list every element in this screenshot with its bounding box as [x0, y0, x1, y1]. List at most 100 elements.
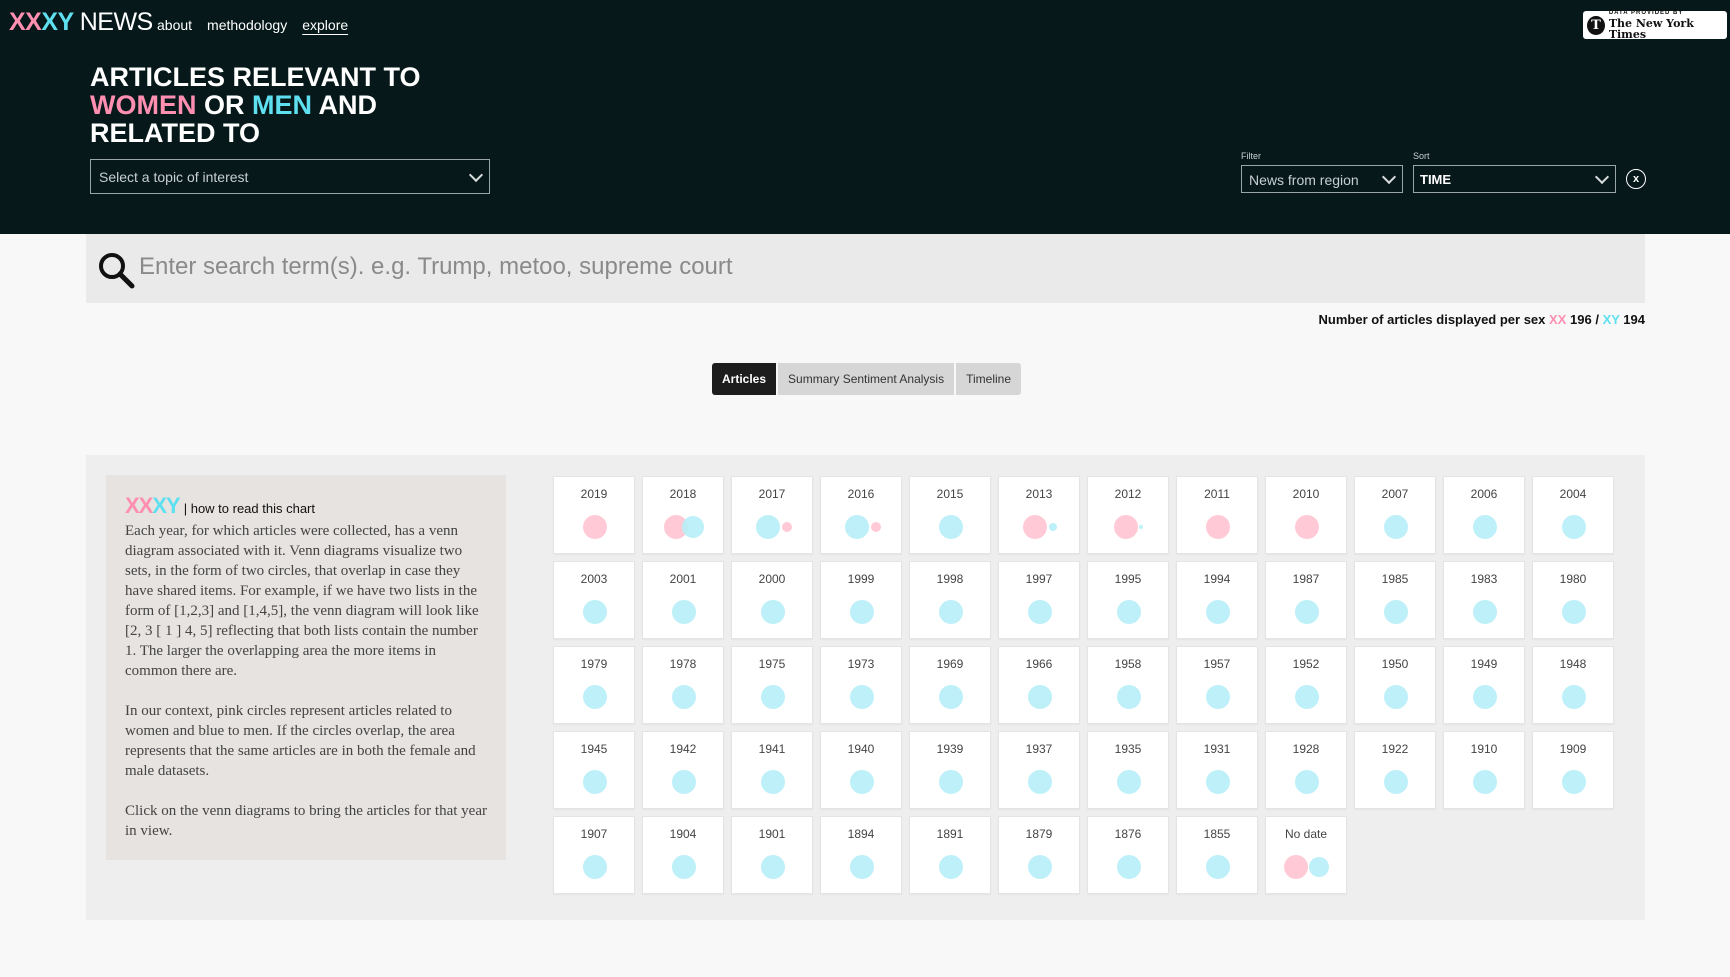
- venn-diagram[interactable]: [821, 762, 903, 802]
- year-cell[interactable]: 1922: [1354, 731, 1436, 809]
- year-cell[interactable]: 1879: [998, 816, 1080, 894]
- year-cell[interactable]: 1945: [553, 731, 635, 809]
- venn-diagram[interactable]: [821, 592, 903, 632]
- year-cell[interactable]: 1985: [1354, 561, 1436, 639]
- venn-diagram[interactable]: [732, 762, 814, 802]
- venn-diagram[interactable]: [910, 847, 992, 887]
- year-cell[interactable]: 2019: [553, 476, 635, 554]
- year-cell[interactable]: No date: [1265, 816, 1347, 894]
- venn-diagram[interactable]: [643, 507, 725, 547]
- topic-select[interactable]: Select a topic of interest: [90, 159, 490, 194]
- year-cell[interactable]: 1994: [1176, 561, 1258, 639]
- venn-diagram[interactable]: [554, 507, 636, 547]
- year-cell[interactable]: 1907: [553, 816, 635, 894]
- year-cell[interactable]: 1876: [1087, 816, 1169, 894]
- tab-articles[interactable]: Articles: [712, 363, 777, 395]
- year-cell[interactable]: 1995: [1087, 561, 1169, 639]
- venn-diagram[interactable]: [1266, 762, 1348, 802]
- year-cell[interactable]: 2018: [642, 476, 724, 554]
- tab-timeline[interactable]: Timeline: [956, 363, 1021, 395]
- year-cell[interactable]: 1904: [642, 816, 724, 894]
- venn-diagram[interactable]: [1533, 762, 1615, 802]
- year-cell[interactable]: 1949: [1443, 646, 1525, 724]
- venn-diagram[interactable]: [1177, 592, 1259, 632]
- nav-methodology[interactable]: methodology: [207, 17, 287, 33]
- venn-diagram[interactable]: [643, 677, 725, 717]
- year-cell[interactable]: 1894: [820, 816, 902, 894]
- nav-about[interactable]: about: [157, 17, 192, 33]
- tab-summary-sentiment-analysis[interactable]: Summary Sentiment Analysis: [778, 363, 955, 395]
- filter-select[interactable]: News from region: [1241, 165, 1403, 193]
- year-cell[interactable]: 2001: [642, 561, 724, 639]
- venn-diagram[interactable]: [1088, 677, 1170, 717]
- venn-diagram[interactable]: [821, 677, 903, 717]
- venn-diagram[interactable]: [643, 592, 725, 632]
- year-cell[interactable]: 1950: [1354, 646, 1436, 724]
- venn-diagram[interactable]: [1355, 762, 1437, 802]
- clear-filters-button[interactable]: x: [1626, 169, 1646, 189]
- year-cell[interactable]: 1891: [909, 816, 991, 894]
- venn-diagram[interactable]: [1355, 592, 1437, 632]
- year-cell[interactable]: 1957: [1176, 646, 1258, 724]
- venn-diagram[interactable]: [554, 592, 636, 632]
- venn-diagram[interactable]: [999, 507, 1081, 547]
- year-cell[interactable]: 1928: [1265, 731, 1347, 809]
- venn-diagram[interactable]: [999, 762, 1081, 802]
- venn-diagram[interactable]: [1533, 677, 1615, 717]
- venn-diagram[interactable]: [999, 592, 1081, 632]
- venn-diagram[interactable]: [1177, 677, 1259, 717]
- venn-diagram[interactable]: [643, 847, 725, 887]
- venn-diagram[interactable]: [821, 507, 903, 547]
- venn-diagram[interactable]: [1355, 677, 1437, 717]
- venn-diagram[interactable]: [1444, 762, 1526, 802]
- venn-diagram[interactable]: [910, 507, 992, 547]
- year-cell[interactable]: 2012: [1087, 476, 1169, 554]
- year-cell[interactable]: 1901: [731, 816, 813, 894]
- year-cell[interactable]: 1910: [1443, 731, 1525, 809]
- year-cell[interactable]: 1939: [909, 731, 991, 809]
- venn-diagram[interactable]: [1533, 507, 1615, 547]
- venn-diagram[interactable]: [1444, 592, 1526, 632]
- search-input[interactable]: [139, 247, 1619, 287]
- year-cell[interactable]: 1975: [731, 646, 813, 724]
- year-cell[interactable]: 1978: [642, 646, 724, 724]
- venn-diagram[interactable]: [643, 762, 725, 802]
- venn-diagram[interactable]: [1177, 762, 1259, 802]
- venn-diagram[interactable]: [1088, 592, 1170, 632]
- year-cell[interactable]: 1966: [998, 646, 1080, 724]
- year-cell[interactable]: 2017: [731, 476, 813, 554]
- year-cell[interactable]: 1983: [1443, 561, 1525, 639]
- year-cell[interactable]: 1999: [820, 561, 902, 639]
- year-cell[interactable]: 1937: [998, 731, 1080, 809]
- year-cell[interactable]: 1931: [1176, 731, 1258, 809]
- year-cell[interactable]: 1948: [1532, 646, 1614, 724]
- year-cell[interactable]: 1969: [909, 646, 991, 724]
- year-cell[interactable]: 1935: [1087, 731, 1169, 809]
- venn-diagram[interactable]: [821, 847, 903, 887]
- venn-diagram[interactable]: [910, 677, 992, 717]
- search-icon[interactable]: [96, 250, 136, 290]
- venn-diagram[interactable]: [1444, 677, 1526, 717]
- venn-diagram[interactable]: [1266, 592, 1348, 632]
- venn-diagram[interactable]: [554, 677, 636, 717]
- year-cell[interactable]: 1998: [909, 561, 991, 639]
- venn-diagram[interactable]: [1444, 507, 1526, 547]
- nav-explore[interactable]: explore: [302, 17, 348, 33]
- venn-diagram[interactable]: [910, 592, 992, 632]
- sort-select[interactable]: TIME: [1413, 165, 1616, 193]
- venn-diagram[interactable]: [1533, 592, 1615, 632]
- venn-diagram[interactable]: [1355, 507, 1437, 547]
- year-cell[interactable]: 2006: [1443, 476, 1525, 554]
- venn-diagram[interactable]: [554, 847, 636, 887]
- year-cell[interactable]: 1855: [1176, 816, 1258, 894]
- venn-diagram[interactable]: [732, 847, 814, 887]
- venn-diagram[interactable]: [732, 507, 814, 547]
- venn-diagram[interactable]: [999, 847, 1081, 887]
- year-cell[interactable]: 2011: [1176, 476, 1258, 554]
- year-cell[interactable]: 1909: [1532, 731, 1614, 809]
- year-cell[interactable]: 1941: [731, 731, 813, 809]
- venn-diagram[interactable]: [910, 762, 992, 802]
- year-cell[interactable]: 2004: [1532, 476, 1614, 554]
- venn-diagram[interactable]: [732, 592, 814, 632]
- year-cell[interactable]: 1942: [642, 731, 724, 809]
